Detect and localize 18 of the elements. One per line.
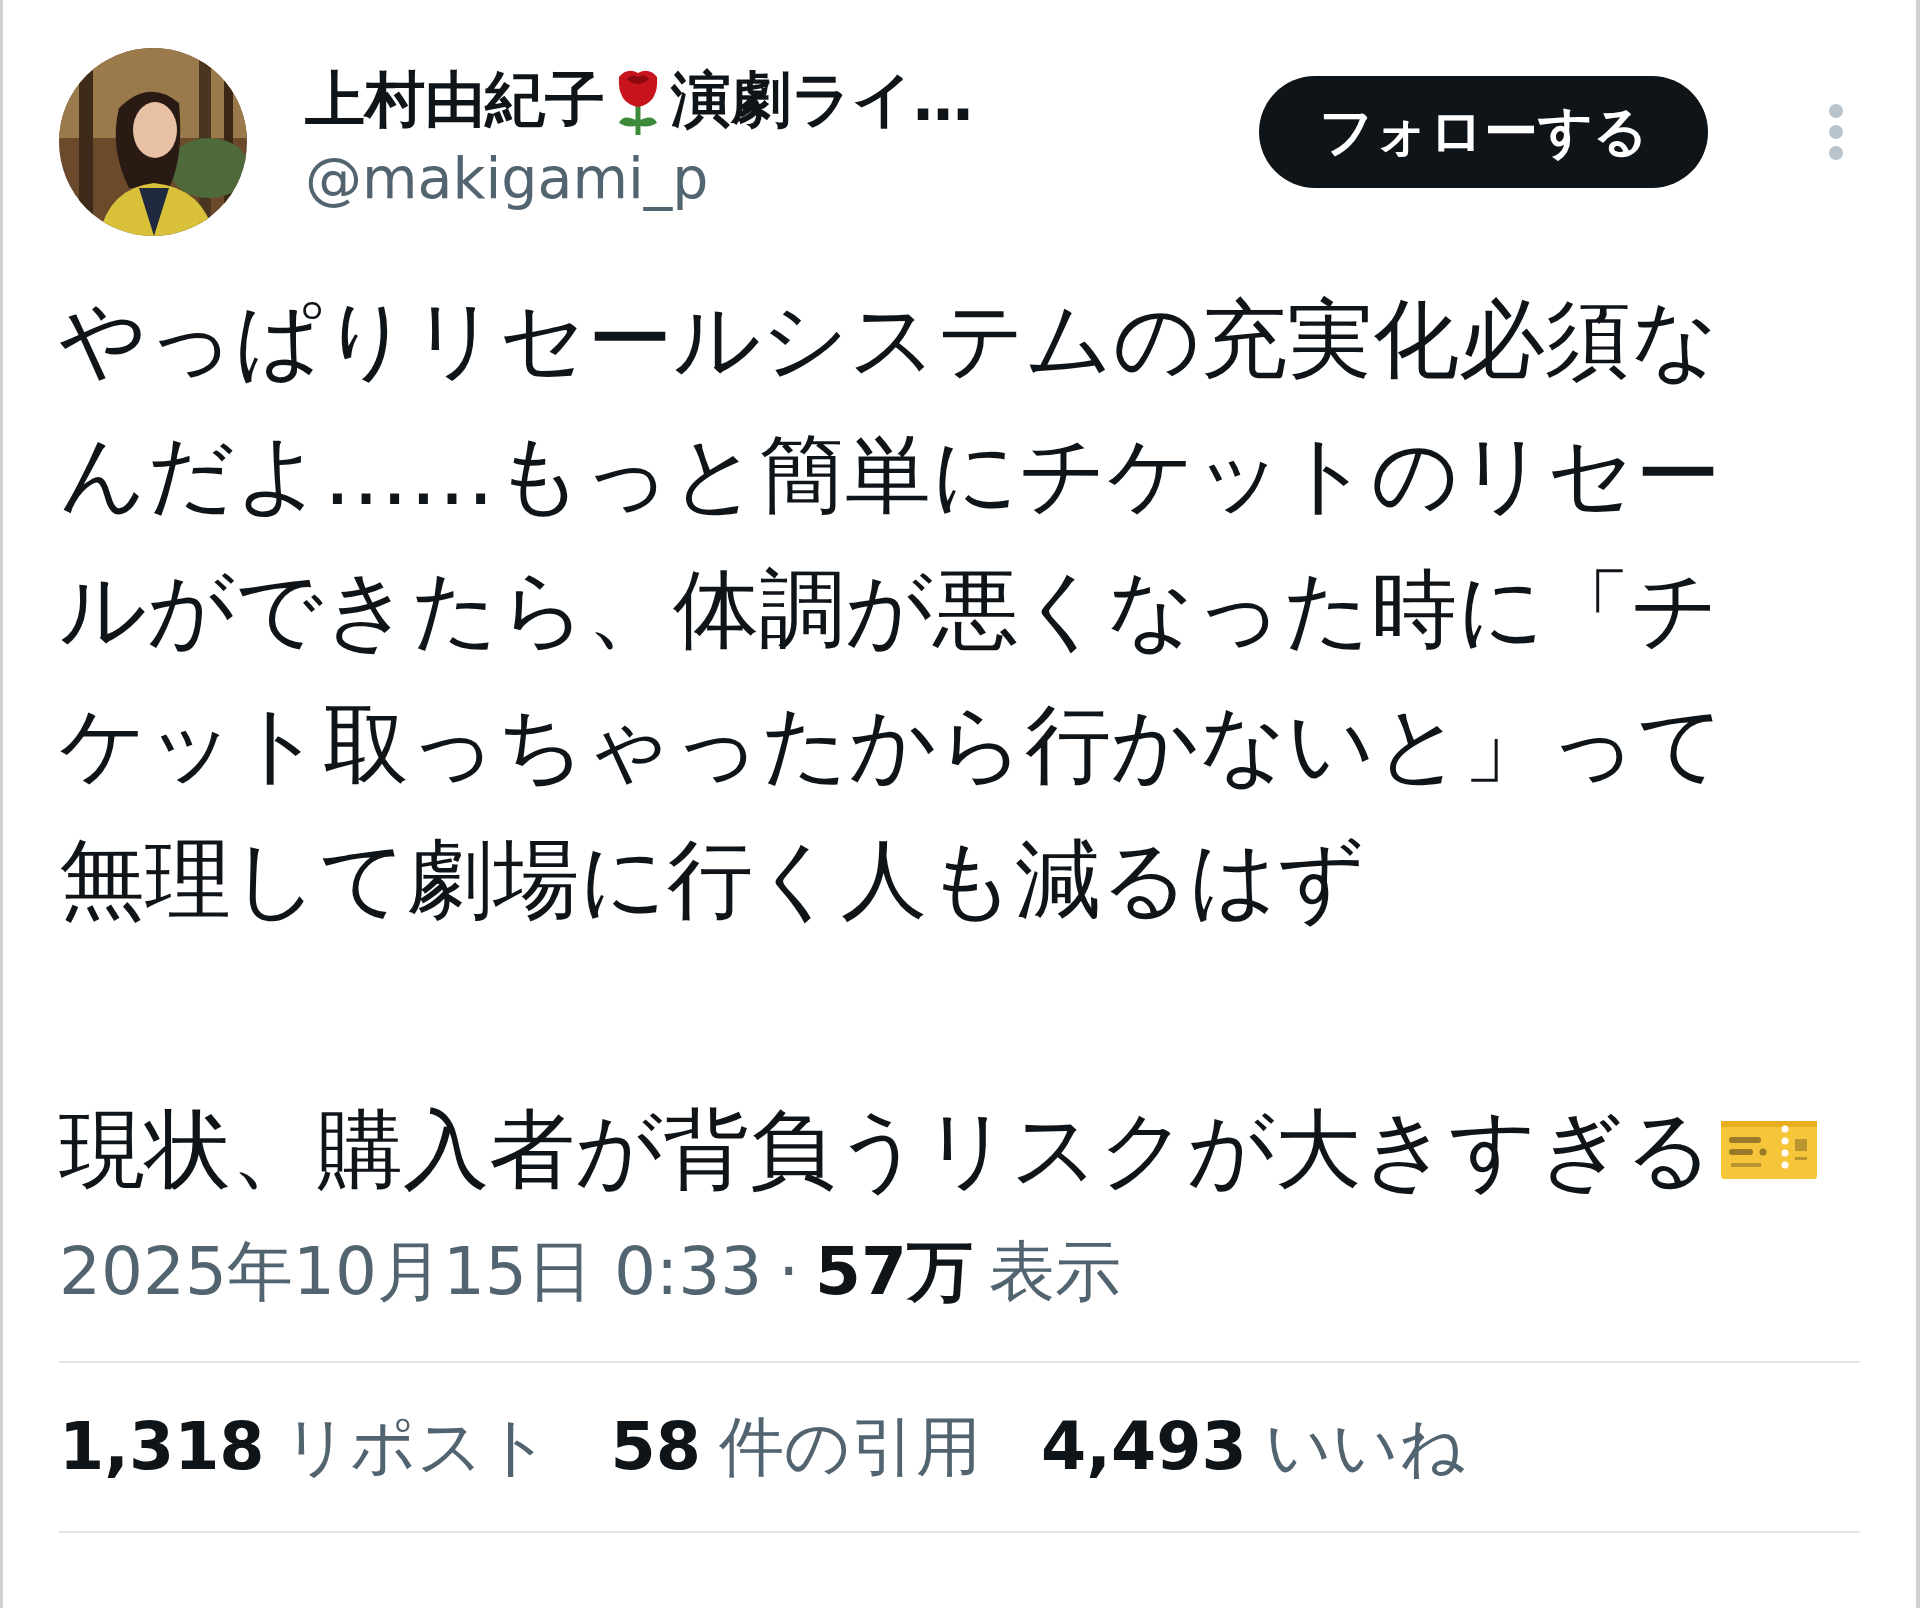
ticket-icon xyxy=(1719,1118,1819,1181)
view-count: 57万 xyxy=(815,1232,973,1312)
post-date: 2025年10月15日 0:33 xyxy=(59,1232,763,1312)
stat-label[interactable]: リポスト xyxy=(282,1403,551,1491)
stat-label[interactable]: 件の引用 xyxy=(719,1403,982,1491)
stat-label[interactable]: いいね xyxy=(1264,1403,1466,1491)
tweet-text: 現状、購入者が背負うリスクが大きすぎる xyxy=(59,1098,1713,1201)
author-name: 上村由紀子 xyxy=(305,62,605,136)
author-handle: @makigami_p xyxy=(305,144,710,211)
author-name: 演劇ライ… xyxy=(671,62,973,136)
more-icon[interactable] xyxy=(1826,103,1846,161)
stat-count: 4,493 xyxy=(1041,1409,1247,1484)
stat-count: 1,318 xyxy=(59,1409,265,1484)
follow-button[interactable]: フォローする xyxy=(1259,76,1708,188)
tweet-text: やっぱりリセールシステムの充実化必須なんだよ……もっと簡単にチケットのリセールができたら、体調が悪くなった時に「チケット取っちゃったから行かないと」って無理して劇場に行く人も減るはず xyxy=(59,288,1726,931)
stat-count: 58 xyxy=(610,1409,702,1484)
view-label: 表示 xyxy=(988,1232,1121,1312)
separator: · xyxy=(778,1233,800,1310)
